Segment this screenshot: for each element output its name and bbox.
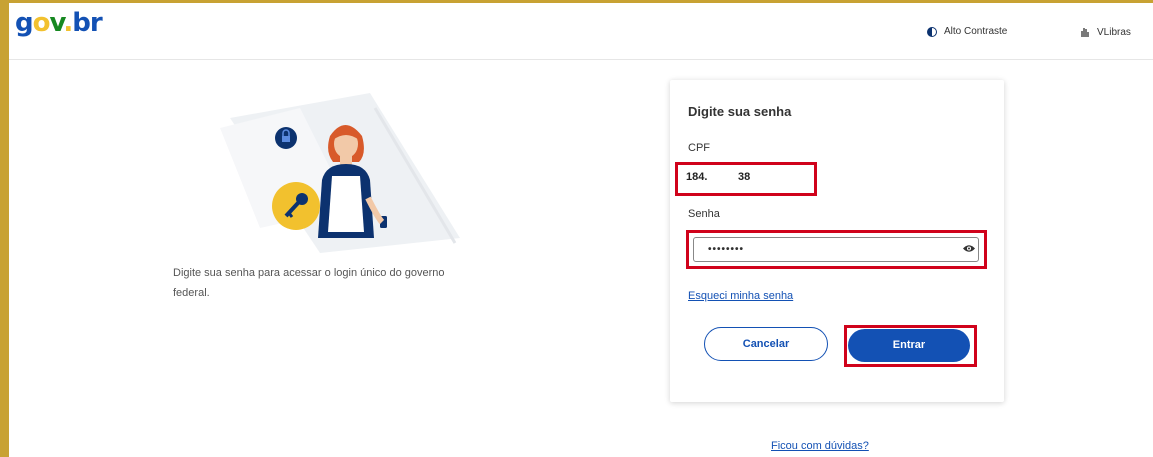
login-illustration xyxy=(220,93,460,253)
hand-icon xyxy=(1081,28,1089,37)
govbr-logo[interactable]: gov.br xyxy=(15,8,103,38)
high-contrast-toggle[interactable]: Alto Contraste xyxy=(927,26,1007,37)
header: gov.br Alto Contraste VLibras xyxy=(9,3,1153,60)
password-label: Senha xyxy=(688,208,720,220)
cpf-label: CPF xyxy=(688,142,710,154)
vlibras-label: VLibras xyxy=(1097,26,1131,38)
enter-button[interactable]: Entrar xyxy=(848,329,970,362)
forgot-password-link[interactable]: Esqueci minha senha xyxy=(688,290,793,302)
contrast-icon xyxy=(927,26,937,37)
logo-letter-b: b xyxy=(72,8,91,38)
password-highlight-box: •••••••• xyxy=(686,230,987,269)
logo-dot: . xyxy=(63,8,73,38)
password-input[interactable]: •••••••• xyxy=(693,237,979,262)
vlibras-button[interactable]: VLibras xyxy=(1080,26,1131,38)
logo-letter-g: g xyxy=(15,8,34,38)
card-title: Digite sua senha xyxy=(688,104,792,119)
logo-letter-v: v xyxy=(49,8,65,38)
cpf-value: 184. 38 xyxy=(686,171,751,183)
high-contrast-label: Alto Contraste xyxy=(944,26,1008,37)
intro-text: Digite sua senha para acessar o login ún… xyxy=(173,267,445,299)
eye-icon[interactable] xyxy=(962,244,976,253)
frame-left-border xyxy=(0,0,9,457)
lock-icon xyxy=(275,127,297,149)
logo-letter-o: o xyxy=(32,8,51,38)
key-icon xyxy=(272,182,320,230)
cancel-button[interactable]: Cancelar xyxy=(704,327,828,361)
logo-letter-r: r xyxy=(89,8,103,38)
help-link[interactable]: Ficou com dúvidas? xyxy=(771,440,869,452)
password-card: Digite sua senha CPF 184. 38 Senha •••••… xyxy=(670,80,1004,402)
